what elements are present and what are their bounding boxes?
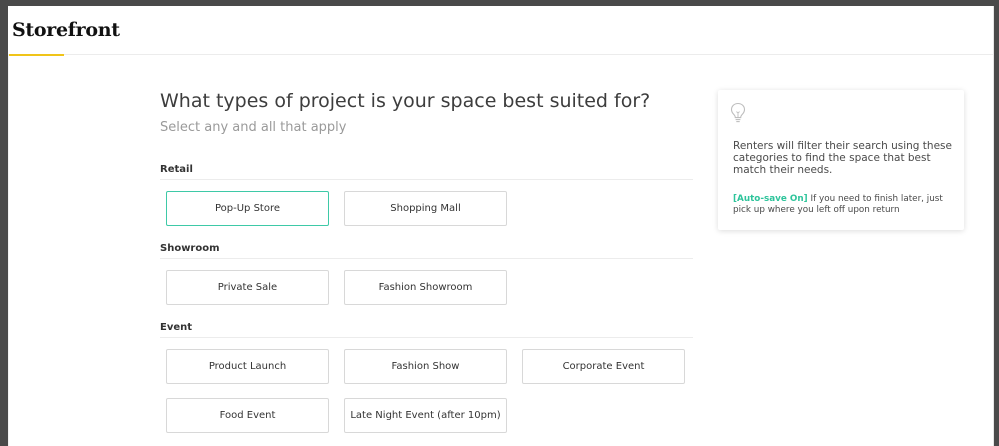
section-divider-event bbox=[160, 337, 693, 338]
option-pop-up-store[interactable]: Pop-Up Store bbox=[166, 191, 329, 226]
option-fashion-showroom[interactable]: Fashion Showroom bbox=[344, 270, 507, 305]
top-bar: Storefront bbox=[8, 6, 994, 55]
lightbulb-icon bbox=[730, 102, 746, 128]
option-corporate-event[interactable]: Corporate Event bbox=[522, 349, 685, 384]
autosave-note: [Auto-save On] If you need to finish lat… bbox=[733, 194, 961, 216]
info-text: Renters will filter their search using t… bbox=[733, 140, 952, 176]
page-title: What types of project is your space best… bbox=[160, 90, 651, 112]
option-shopping-mall[interactable]: Shopping Mall bbox=[344, 191, 507, 226]
section-divider-showroom bbox=[160, 258, 693, 259]
section-label-showroom: Showroom bbox=[160, 243, 220, 254]
storefront-logo[interactable]: Storefront bbox=[12, 19, 120, 41]
logo-underline bbox=[8, 54, 64, 56]
autosave-tag: [Auto-save On] bbox=[733, 194, 808, 204]
section-label-event: Event bbox=[160, 322, 193, 333]
section-label-retail: Retail bbox=[160, 164, 193, 175]
page-subtitle: Select any and all that apply bbox=[160, 120, 347, 135]
info-card: Renters will filter their search using t… bbox=[718, 90, 964, 230]
option-fashion-show[interactable]: Fashion Show bbox=[344, 349, 507, 384]
left-divider bbox=[8, 54, 9, 446]
right-divider bbox=[993, 6, 994, 446]
option-late-night-event[interactable]: Late Night Event (after 10pm) bbox=[344, 398, 507, 433]
option-product-launch[interactable]: Product Launch bbox=[166, 349, 329, 384]
app-window: Storefront What types of project is your… bbox=[8, 6, 994, 446]
option-private-sale[interactable]: Private Sale bbox=[166, 270, 329, 305]
section-divider-retail bbox=[160, 179, 693, 180]
option-food-event[interactable]: Food Event bbox=[166, 398, 329, 433]
